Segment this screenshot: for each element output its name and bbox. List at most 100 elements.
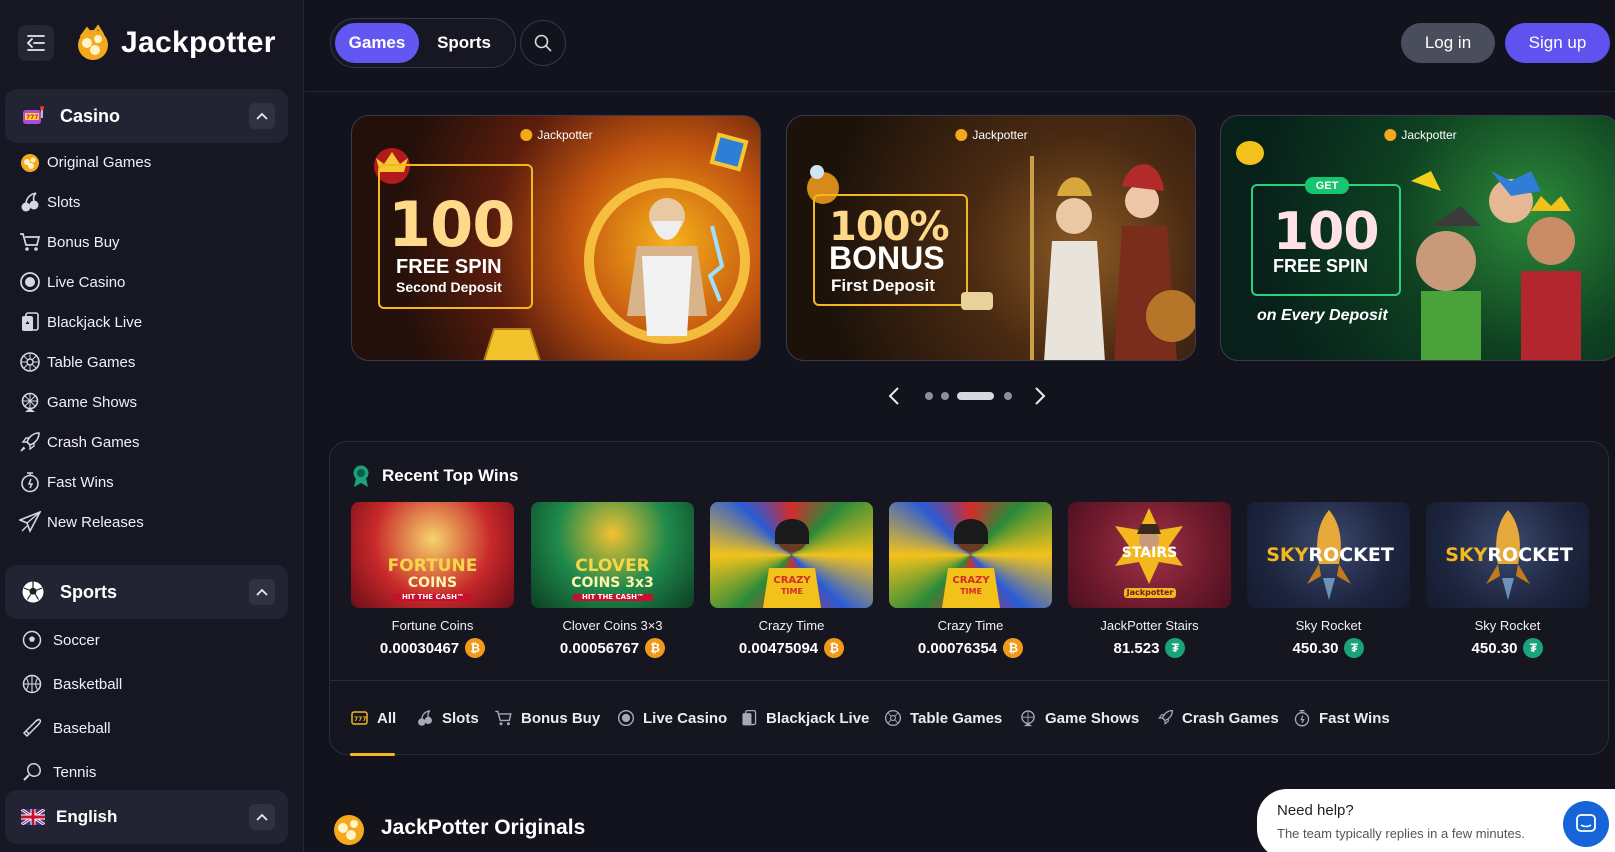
casino-nav-list: Original Games Slots Bonus Buy Live Casi… [18, 142, 151, 542]
tab-all[interactable]: 777 All [351, 709, 396, 727]
tab-live-casino[interactable]: Live Casino [617, 709, 727, 727]
tab-blackjack-live[interactable]: Blackjack Live [740, 709, 869, 727]
win-card[interactable]: STAIRS Jackpotter JackPotter Stairs 81.5… [1068, 502, 1231, 658]
chat-button[interactable] [1563, 801, 1609, 847]
sidebar-item-label: Baseball [53, 719, 111, 737]
sidebar-item-slots[interactable]: Slots [18, 182, 151, 222]
sidebar-item-blackjack-live[interactable]: Blackjack Live [18, 302, 151, 342]
sidebar-item-crash-games[interactable]: Crash Games [18, 422, 151, 462]
thumb-title: COINS [407, 575, 458, 591]
win-card[interactable]: FORTUNE COINS HIT THE CASH™ Fortune Coin… [351, 502, 514, 658]
sidebar-item-label: New Releases [47, 513, 144, 531]
thumb-title: TIME [960, 587, 982, 596]
sports-nav-list: Soccer Basketball Baseball Tennis [18, 618, 122, 794]
jackpotter-logo-icon [78, 24, 108, 60]
chevron-left-icon[interactable] [888, 387, 900, 405]
sidebar-item-original-games[interactable]: Original Games [18, 142, 151, 182]
sidebar-item-label: Crash Games [47, 433, 140, 451]
sidebar-item-bonus-buy[interactable]: Bonus Buy [18, 222, 151, 262]
login-button[interactable]: Log in [1401, 23, 1495, 63]
banner-brand: Jackpotter [519, 128, 593, 142]
brand[interactable]: Jackpotter [73, 23, 276, 63]
tab-bonus-buy[interactable]: Bonus Buy [494, 709, 600, 727]
sidebar-item-new-releases[interactable]: New Releases [18, 502, 151, 542]
sports-section-label: Sports [60, 581, 118, 602]
carousel-dot[interactable] [941, 392, 949, 400]
recent-wins-title: Recent Top Wins [352, 464, 518, 488]
language-collapse-button[interactable] [249, 804, 275, 830]
sidebar-item-game-shows[interactable]: Game Shows [18, 382, 151, 422]
win-amount: 450.30 ₮ [1426, 638, 1589, 658]
slot-machine-icon: 777 [20, 103, 46, 129]
jackpotter-logo-icon [1384, 129, 1397, 141]
characters-icon [1411, 171, 1581, 360]
banner-bonus-first-deposit[interactable]: Jackpotter 100% BONUS First Deposit [786, 115, 1196, 361]
language-selector[interactable]: English [5, 790, 288, 844]
win-amount: 450.30 ₮ [1247, 638, 1410, 658]
soccer-ball-icon [20, 579, 46, 605]
sidebar-item-tennis[interactable]: Tennis [18, 750, 122, 794]
chevron-up-icon [256, 588, 268, 596]
wheel-icon [18, 391, 41, 414]
category-tabs: 777 All Slots Bonus Buy Live Casino Blac… [330, 680, 1610, 756]
cards-icon [18, 311, 41, 334]
stopwatch-icon [18, 471, 41, 494]
help-title: Need help? [1277, 802, 1354, 819]
casino-collapse-button[interactable] [249, 103, 275, 129]
sidebar-item-basketball[interactable]: Basketball [18, 662, 122, 706]
win-amount: 81.523 ₮ [1068, 638, 1231, 658]
banner-free-spin-every-deposit[interactable]: Jackpotter GET 100 FREE SPIN on Every De… [1220, 115, 1615, 361]
win-card[interactable]: CRAZY TIME Crazy Time 0.00475094 ₿ [710, 502, 873, 658]
win-card[interactable]: CLOVER COINS 3x3 HIT THE CASH™ Clover Co… [531, 502, 694, 658]
carousel-dot[interactable] [1004, 392, 1012, 400]
banner-free-spin-second-deposit[interactable]: Jackpotter 100 FREE SPIN Second Deposit [351, 115, 761, 361]
carousel-dot-active[interactable] [957, 392, 994, 400]
carousel-dot[interactable] [925, 392, 933, 400]
banner-big-number: 100 [1273, 202, 1380, 262]
cherry-icon [18, 191, 41, 214]
recent-top-wins: Recent Top Wins FORTUNE COINS HIT THE CA… [329, 441, 1610, 756]
thumb-subtitle: HIT THE CASH™ [393, 594, 473, 601]
banner-line2: First Deposit [831, 276, 935, 295]
chat-icon [1576, 814, 1596, 832]
banner-big-number: 100 [388, 188, 515, 261]
sports-section-header[interactable]: Sports [5, 565, 288, 619]
game-thumbnail: CRAZY TIME [710, 502, 873, 608]
games-sports-switch: Games Sports [330, 18, 516, 68]
sports-collapse-button[interactable] [249, 579, 275, 605]
sidebar-item-baseball[interactable]: Baseball [18, 706, 122, 750]
game-thumbnail: SKYROCKET [1247, 502, 1410, 608]
collapse-menu-button[interactable] [18, 25, 54, 61]
tab-table-games[interactable]: Table Games [884, 709, 1002, 727]
search-button[interactable] [520, 20, 566, 66]
sidebar-item-table-games[interactable]: Table Games [18, 342, 151, 382]
sports-tab[interactable]: Sports [425, 23, 503, 63]
tab-crash-games[interactable]: Crash Games [1156, 709, 1279, 727]
signup-button[interactable]: Sign up [1505, 23, 1610, 63]
sidebar-item-live-casino[interactable]: Live Casino [18, 262, 151, 302]
thumb-title: STAIRS [1121, 545, 1178, 561]
casino-section-header[interactable]: 777 Casino [5, 89, 288, 143]
game-name: Fortune Coins [391, 618, 474, 633]
gold-gem-icon [483, 328, 541, 360]
sidebar-item-label: Blackjack Live [47, 313, 143, 331]
roulette-icon [18, 351, 41, 374]
games-tab[interactable]: Games [335, 23, 419, 63]
banner-brand: Jackpotter [1383, 128, 1457, 142]
win-card[interactable]: CRAZY TIME Crazy Time 0.00076354 ₿ [889, 502, 1052, 658]
banner-line2: on Every Deposit [1257, 307, 1388, 324]
paper-plane-icon [18, 511, 41, 534]
win-card[interactable]: SKYROCKET Sky Rocket 450.30 ₮ [1247, 502, 1410, 658]
chevron-right-icon[interactable] [1034, 387, 1046, 405]
help-widget[interactable]: Need help? The team typically replies in… [1257, 789, 1615, 852]
win-card[interactable]: SKYROCKET Sky Rocket 450.30 ₮ [1426, 502, 1589, 658]
sidebar-item-fast-wins[interactable]: Fast Wins [18, 462, 151, 502]
sidebar-item-soccer[interactable]: Soccer [18, 618, 122, 662]
cherry-icon [416, 709, 434, 727]
sidebar-item-label: Soccer [53, 631, 100, 649]
tab-fast-wins[interactable]: Fast Wins [1293, 709, 1390, 727]
jackpotter-logo-icon [955, 129, 968, 141]
tab-game-shows[interactable]: Game Shows [1019, 709, 1139, 727]
sidebar-item-label: Original Games [47, 153, 152, 171]
tab-slots[interactable]: Slots [416, 709, 479, 727]
